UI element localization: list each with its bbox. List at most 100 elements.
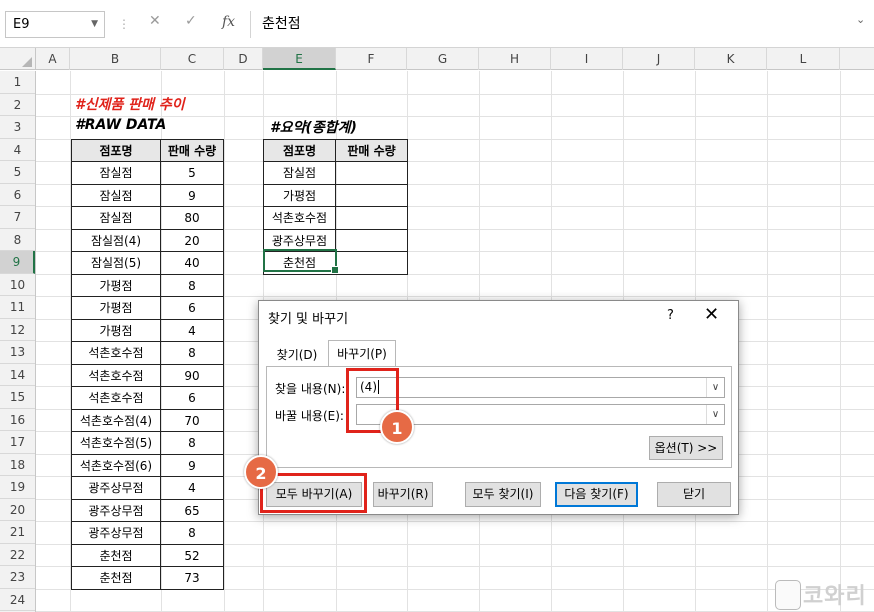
table-cell[interactable]: 73 bbox=[160, 566, 224, 590]
formula-input[interactable]: 춘천점 bbox=[262, 11, 301, 38]
table-header-cell[interactable]: 점포명 bbox=[71, 138, 161, 162]
table-cell[interactable]: 잠실점(4) bbox=[71, 228, 161, 252]
row-header-11[interactable]: 11 bbox=[0, 296, 35, 319]
table-cell[interactable]: 6 bbox=[160, 296, 224, 320]
column-header-i[interactable]: I bbox=[551, 48, 623, 70]
chevron-down-icon[interactable]: ∨ bbox=[706, 378, 724, 397]
find-next-button[interactable]: 다음 찾기(F) bbox=[555, 482, 638, 507]
table-cell[interactable] bbox=[335, 251, 408, 275]
expand-formula-icon[interactable]: ⌄ bbox=[856, 13, 865, 26]
row-header-6[interactable]: 6 bbox=[0, 184, 35, 206]
table-cell[interactable] bbox=[335, 206, 408, 230]
table-cell[interactable]: 9 bbox=[160, 183, 224, 207]
table-cell[interactable]: 석촌호수점(6) bbox=[71, 453, 161, 477]
row-header-16[interactable]: 16 bbox=[0, 409, 35, 431]
row-header-13[interactable]: 13 bbox=[0, 341, 35, 364]
row-header-22[interactable]: 22 bbox=[0, 544, 35, 566]
row-header-14[interactable]: 14 bbox=[0, 364, 35, 386]
row-header-23[interactable]: 23 bbox=[0, 566, 35, 589]
table-header-cell[interactable]: 판매 수량 bbox=[160, 138, 224, 162]
row-header-20[interactable]: 20 bbox=[0, 499, 35, 521]
chevron-down-icon[interactable]: ∨ bbox=[706, 405, 724, 424]
column-header-a[interactable]: A bbox=[36, 48, 70, 70]
column-header-k[interactable]: K bbox=[695, 48, 767, 70]
row-header-8[interactable]: 8 bbox=[0, 229, 35, 251]
table-cell[interactable]: 90 bbox=[160, 363, 224, 387]
column-header-g[interactable]: G bbox=[407, 48, 479, 70]
table-cell[interactable]: 광주상무점 bbox=[71, 498, 161, 522]
table-cell[interactable]: 8 bbox=[160, 521, 224, 545]
table-cell[interactable]: 52 bbox=[160, 543, 224, 567]
row-header-9[interactable]: 9 bbox=[0, 251, 35, 274]
row-header-10[interactable]: 10 bbox=[0, 274, 35, 296]
select-all-button[interactable] bbox=[0, 48, 36, 70]
fill-handle[interactable] bbox=[331, 266, 339, 274]
replace-button[interactable]: 바꾸기(R) bbox=[373, 482, 433, 507]
row-header-5[interactable]: 5 bbox=[0, 161, 35, 184]
table-cell[interactable]: 70 bbox=[160, 408, 224, 432]
table-header-cell[interactable]: 판매 수량 bbox=[335, 138, 408, 162]
table-cell[interactable]: 4 bbox=[160, 318, 224, 342]
column-header-e[interactable]: E bbox=[263, 48, 336, 70]
enter-icon[interactable]: ✓ bbox=[185, 13, 197, 29]
row-header-7[interactable]: 7 bbox=[0, 206, 35, 229]
row-header-4[interactable]: 4 bbox=[0, 139, 35, 161]
tab-replace[interactable]: 바꾸기(P) bbox=[328, 340, 396, 367]
row-header-2[interactable]: 2 bbox=[0, 94, 35, 116]
insert-function-icon[interactable]: fx bbox=[222, 14, 235, 30]
table-cell[interactable]: 잠실점 bbox=[263, 161, 336, 185]
table-cell[interactable] bbox=[335, 183, 408, 207]
table-cell[interactable] bbox=[335, 228, 408, 252]
table-cell[interactable]: 8 bbox=[160, 431, 224, 455]
row-header-15[interactable]: 15 bbox=[0, 386, 35, 409]
active-cell-selection[interactable] bbox=[263, 249, 339, 274]
table-cell[interactable]: 5 bbox=[160, 161, 224, 185]
table-cell[interactable]: 65 bbox=[160, 498, 224, 522]
row-header-24[interactable]: 24 bbox=[0, 589, 35, 611]
table-cell[interactable]: 잠실점 bbox=[71, 206, 161, 230]
column-header-f[interactable]: F bbox=[336, 48, 407, 70]
row-header-1[interactable]: 1 bbox=[0, 71, 35, 94]
table-cell[interactable]: 잠실점 bbox=[71, 161, 161, 185]
table-cell[interactable]: 8 bbox=[160, 273, 224, 297]
table-cell[interactable]: 춘천점 bbox=[71, 566, 161, 590]
table-cell[interactable]: 가평점 bbox=[71, 273, 161, 297]
help-icon[interactable]: ? bbox=[667, 308, 674, 323]
row-header-17[interactable]: 17 bbox=[0, 431, 35, 454]
name-box[interactable]: E9 ▼ bbox=[5, 11, 105, 38]
more-options-icon[interactable]: ⋮ bbox=[118, 17, 130, 31]
table-cell[interactable]: 8 bbox=[160, 341, 224, 365]
row-header-18[interactable]: 18 bbox=[0, 454, 35, 476]
column-header-d[interactable]: D bbox=[224, 48, 263, 70]
column-header-j[interactable]: J bbox=[623, 48, 695, 70]
row-header-12[interactable]: 12 bbox=[0, 319, 35, 341]
close-icon[interactable]: ✕ bbox=[704, 304, 719, 325]
table-cell[interactable]: 80 bbox=[160, 206, 224, 230]
table-cell[interactable]: 잠실점 bbox=[71, 183, 161, 207]
table-cell[interactable]: 잠실점(5) bbox=[71, 251, 161, 275]
table-cell[interactable]: 가평점 bbox=[71, 296, 161, 320]
find-what-input[interactable]: (4) ∨ bbox=[356, 377, 725, 398]
column-header-l[interactable]: L bbox=[767, 48, 840, 70]
table-cell[interactable]: 가평점 bbox=[71, 318, 161, 342]
find-all-button[interactable]: 모두 찾기(I) bbox=[465, 482, 541, 507]
table-cell[interactable]: 40 bbox=[160, 251, 224, 275]
row-header-3[interactable]: 3 bbox=[0, 116, 35, 139]
row-header-21[interactable]: 21 bbox=[0, 521, 35, 544]
table-cell[interactable]: 가평점 bbox=[263, 183, 336, 207]
table-cell[interactable]: 석촌호수점 bbox=[263, 206, 336, 230]
table-cell[interactable]: 4 bbox=[160, 476, 224, 500]
column-header-h[interactable]: H bbox=[479, 48, 551, 70]
cancel-icon[interactable]: ✕ bbox=[149, 13, 161, 29]
table-cell[interactable]: 광주상무점 bbox=[71, 521, 161, 545]
table-cell[interactable]: 석촌호수점(5) bbox=[71, 431, 161, 455]
column-header-c[interactable]: C bbox=[161, 48, 224, 70]
table-header-cell[interactable]: 점포명 bbox=[263, 138, 336, 162]
table-cell[interactable] bbox=[335, 161, 408, 185]
row-header-19[interactable]: 19 bbox=[0, 476, 35, 499]
chevron-down-icon[interactable]: ▼ bbox=[91, 12, 98, 37]
table-cell[interactable]: 광주상무점 bbox=[71, 476, 161, 500]
tab-find[interactable]: 찾기(D) bbox=[267, 344, 327, 366]
options-button[interactable]: 옵션(T) >> bbox=[649, 436, 723, 460]
table-cell[interactable]: 20 bbox=[160, 228, 224, 252]
